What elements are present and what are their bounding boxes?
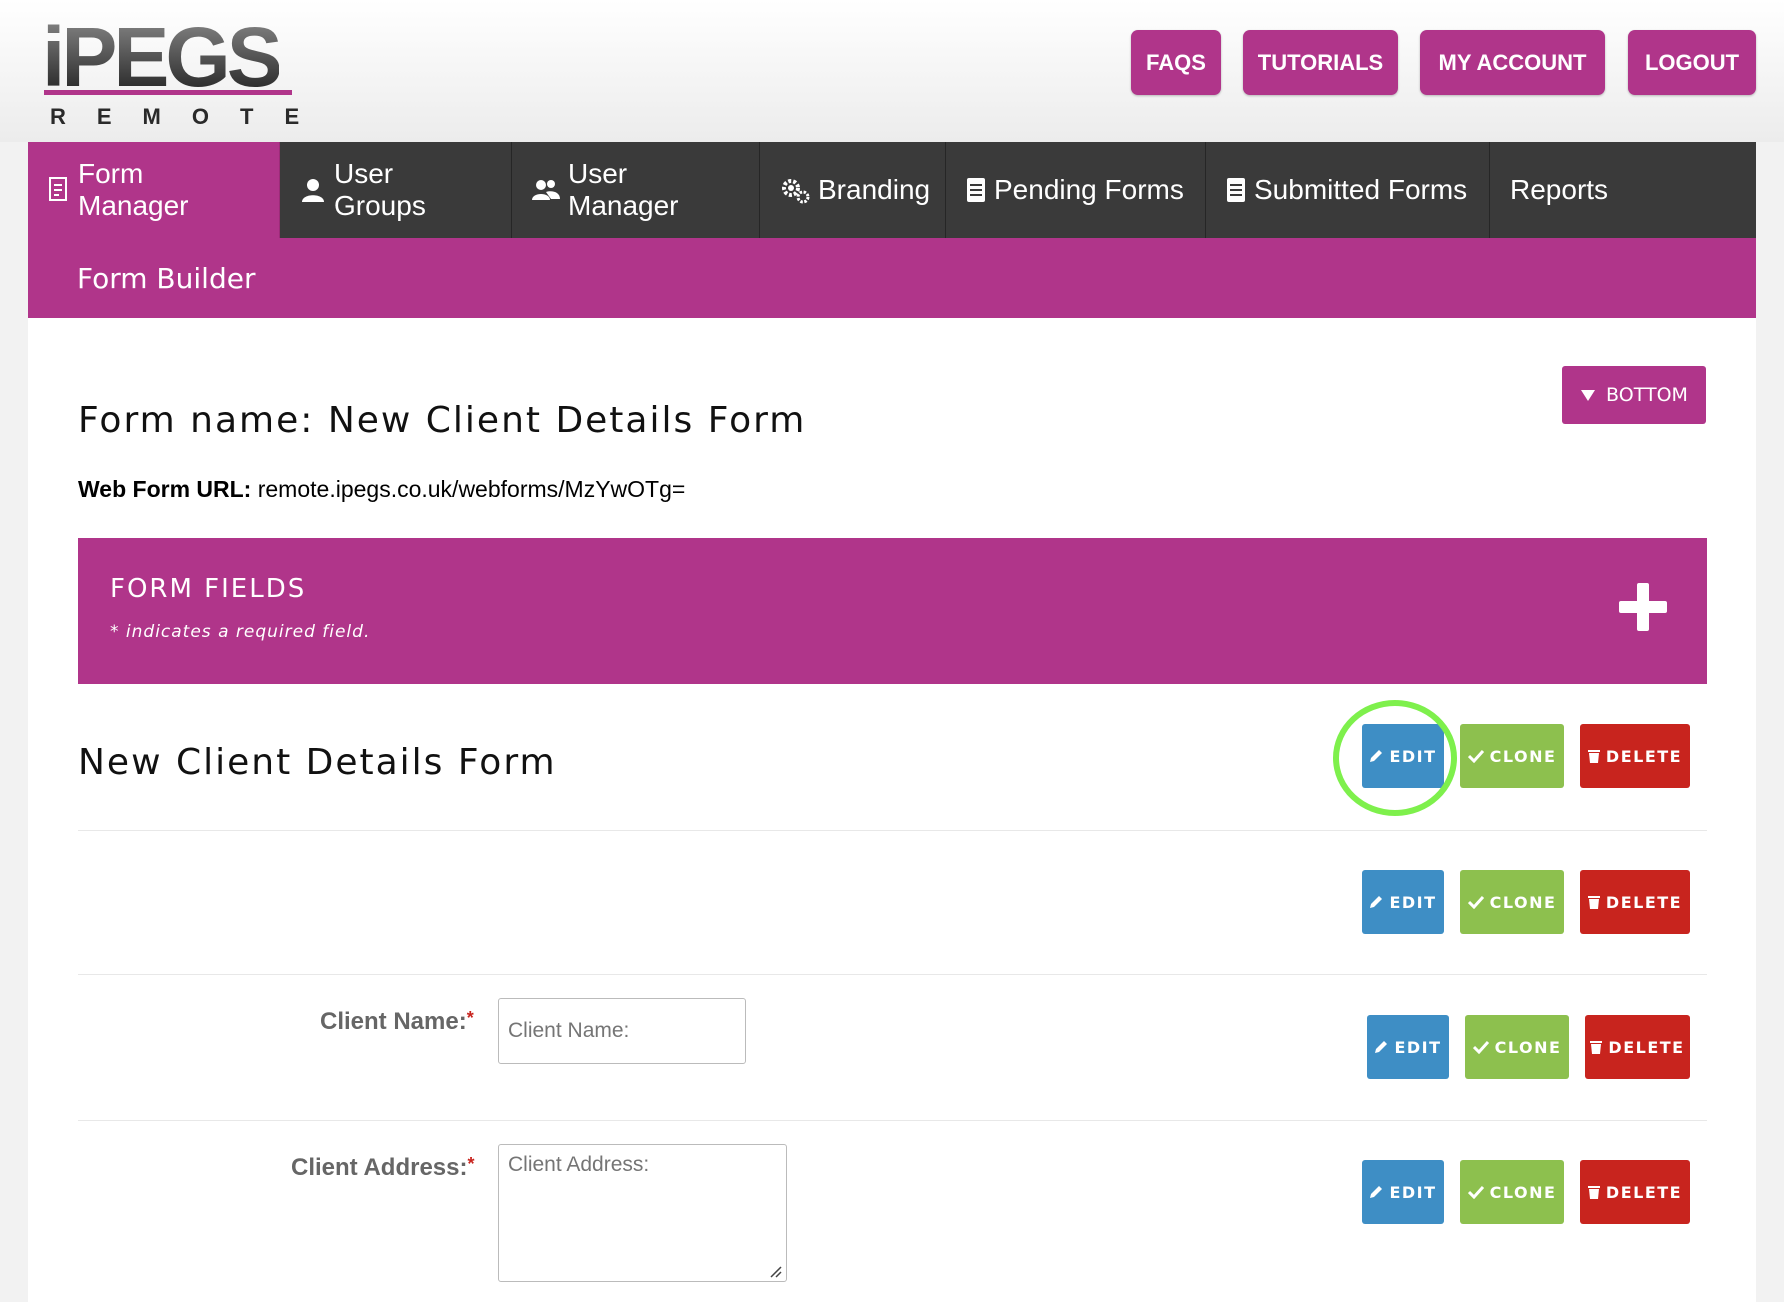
pencil-icon	[1370, 1186, 1383, 1198]
document-icon	[967, 178, 985, 202]
delete-button[interactable]: DELETE	[1580, 724, 1690, 788]
form-fields-panel: FORM FIELDS * indicates a required field…	[78, 538, 1707, 684]
nav-item-form-manager[interactable]: Form Manager	[28, 142, 280, 238]
nav-item-pending-forms[interactable]: Pending Forms	[946, 142, 1206, 238]
trash-icon	[1590, 1041, 1603, 1054]
main-content: BOTTOM Form name: New Client Details For…	[28, 318, 1756, 1302]
app-header: iPEGS REMOTE FAQS TUTORIALS MY ACCOUNT L…	[0, 0, 1784, 142]
edit-button[interactable]: EDIT	[1362, 724, 1444, 788]
logo-subtitle: REMOTE	[50, 104, 331, 129]
add-field-plus-icon[interactable]	[1617, 581, 1669, 633]
resize-grip-icon[interactable]	[768, 1264, 782, 1278]
nav-item-branding[interactable]: Branding	[760, 142, 946, 238]
web-url-label: Web Form URL:	[78, 476, 252, 502]
nav-label: Pending Forms	[994, 174, 1184, 205]
nav-label: Submitted Forms	[1254, 174, 1468, 205]
users-icon	[532, 180, 560, 200]
faqs-button[interactable]: FAQS	[1131, 30, 1221, 95]
my-account-button[interactable]: MY ACCOUNT	[1420, 30, 1605, 95]
row-divider	[78, 974, 1707, 975]
row-divider	[78, 1120, 1707, 1121]
pencil-icon	[1370, 896, 1383, 908]
scroll-bottom-button[interactable]: BOTTOM	[1562, 366, 1706, 424]
logout-button[interactable]: LOGOUT	[1628, 30, 1756, 95]
check-icon	[1467, 1185, 1484, 1199]
web-url-value: remote.ipegs.co.uk/webforms/MzYwOTg=	[257, 476, 686, 502]
edit-button[interactable]: EDIT	[1362, 1160, 1444, 1224]
required-note: * indicates a required field.	[110, 622, 371, 642]
subnav-item-form-builder[interactable]: Form Builder	[77, 238, 255, 318]
trash-icon	[1587, 750, 1600, 763]
edit-button[interactable]: EDIT	[1367, 1015, 1449, 1079]
clone-button[interactable]: CLONE	[1465, 1015, 1569, 1079]
fields-title: FORM FIELDS	[110, 574, 307, 604]
clone-button[interactable]: CLONE	[1460, 870, 1564, 934]
nav-label: User Manager	[568, 158, 679, 221]
check-icon	[1472, 1040, 1489, 1054]
client-name-label: Client Name:*	[320, 1008, 474, 1035]
document-icon	[1227, 178, 1245, 202]
logo-underline	[44, 90, 292, 95]
form-icon	[49, 177, 67, 201]
nav-item-submitted-forms[interactable]: Submitted Forms	[1206, 142, 1490, 238]
delete-button[interactable]: DELETE	[1580, 870, 1690, 934]
client-address-textarea[interactable]	[498, 1144, 787, 1282]
nav-label: Form Manager	[78, 158, 189, 221]
clone-button[interactable]: CLONE	[1460, 1160, 1564, 1224]
triangle-down-icon	[1581, 390, 1596, 401]
delete-button[interactable]: DELETE	[1580, 1160, 1690, 1224]
row-divider	[78, 830, 1707, 831]
nav-item-reports[interactable]: Reports	[1490, 142, 1618, 238]
bottom-label: BOTTOM	[1606, 384, 1688, 406]
pencil-icon	[1370, 750, 1383, 762]
check-icon	[1467, 749, 1484, 763]
check-icon	[1467, 895, 1484, 909]
trash-icon	[1587, 1186, 1600, 1199]
nav-item-user-manager[interactable]: User Manager	[512, 142, 760, 238]
sub-nav: Form Builder	[28, 238, 1756, 318]
ipegs-logo[interactable]: iPEGS REMOTE	[42, 12, 302, 130]
main-nav: Form Manager User Groups User Manager Br…	[28, 142, 1756, 238]
clone-button[interactable]: CLONE	[1460, 724, 1564, 788]
delete-button[interactable]: DELETE	[1585, 1015, 1690, 1079]
web-form-url: Web Form URL: remote.ipegs.co.uk/webform…	[78, 476, 685, 503]
trash-icon	[1587, 896, 1600, 909]
user-icon	[302, 179, 324, 202]
client-name-input[interactable]	[498, 998, 746, 1064]
logo-wordmark: iPEGS	[42, 10, 283, 104]
tutorials-button[interactable]: TUTORIALS	[1243, 30, 1398, 95]
client-address-label: Client Address:*	[291, 1154, 475, 1181]
nav-label: User Groups	[334, 158, 426, 221]
pencil-icon	[1375, 1041, 1388, 1053]
nav-label: Reports	[1510, 174, 1609, 205]
section-title: New Client Details Form	[78, 742, 557, 783]
nav-label: Branding	[818, 174, 931, 205]
edit-button[interactable]: EDIT	[1362, 870, 1444, 934]
page-title: Form name: New Client Details Form	[78, 400, 807, 441]
nav-item-user-groups[interactable]: User Groups	[280, 142, 512, 238]
gears-icon	[782, 179, 810, 204]
